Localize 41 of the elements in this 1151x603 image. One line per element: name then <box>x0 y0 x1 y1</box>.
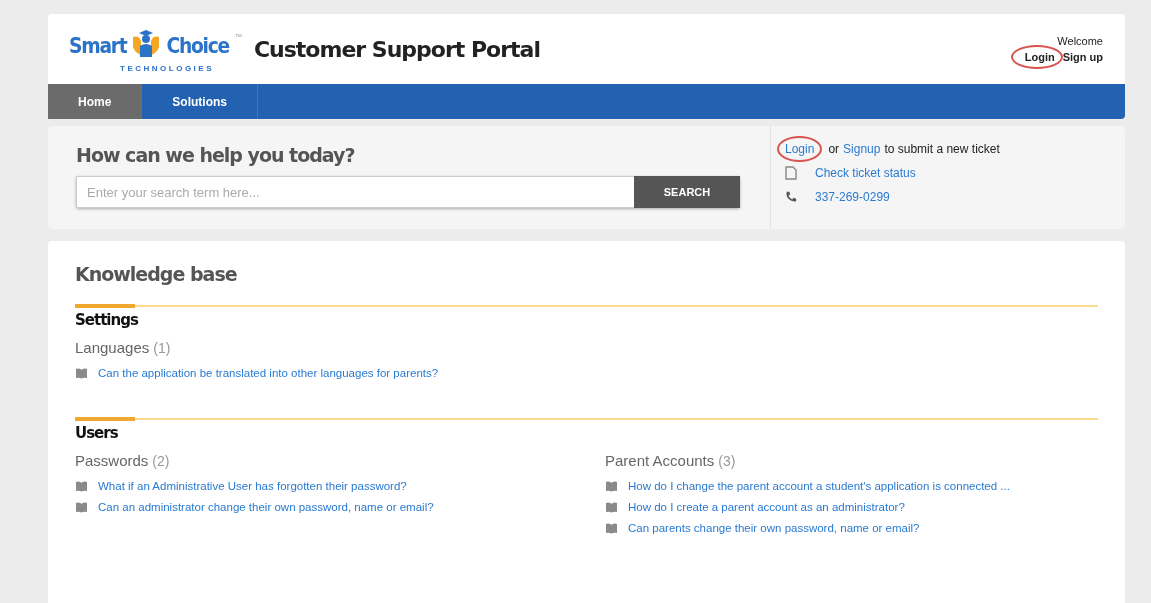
nav-tab[interactable]: Home <box>48 84 143 119</box>
article-link[interactable]: Can an administrator change their own password, name or email? <box>98 501 434 513</box>
signup-link[interactable]: Sign up <box>1062 51 1103 63</box>
search-field[interactable]: Enter your search term here... <box>76 176 634 208</box>
check-status-link[interactable]: Check ticket status <box>815 166 916 180</box>
or-text: or <box>828 142 840 156</box>
section-title: Users <box>75 424 119 442</box>
logo-text: Choice <box>167 32 230 58</box>
knowledge-base-title: Knowledge base <box>75 263 238 285</box>
login-link[interactable]: Login <box>1010 45 1063 69</box>
article-count: (1) <box>153 340 171 356</box>
section-title: Settings <box>75 311 139 329</box>
portal-title: Customer Support Portal <box>253 36 541 62</box>
book-icon <box>75 480 88 492</box>
nav-tab[interactable]: Solutions <box>142 84 258 119</box>
book-icon <box>75 367 88 379</box>
category-title: Passwords <box>75 452 149 469</box>
article-link[interactable]: Can the application be translated into other languages for parents? <box>98 367 439 379</box>
book-icon <box>605 501 618 513</box>
book-icon <box>605 480 618 492</box>
logo-text: Smart <box>69 32 127 58</box>
search-button[interactable]: SEARCH <box>634 176 740 208</box>
signup-link[interactable]: Signup <box>843 142 881 156</box>
article-link[interactable]: Can parents change their own password, name or email? <box>628 522 920 534</box>
login-link[interactable]: Login <box>777 136 823 162</box>
category-title: Languages <box>75 339 150 356</box>
category-title: Parent Accounts <box>605 452 715 469</box>
article-link[interactable]: How do I create a parent account as an administrator? <box>628 501 905 513</box>
phone-link[interactable]: 337-269-0299 <box>815 190 890 204</box>
article-link[interactable]: What if an Administrative User has forgotten their password? <box>98 480 407 492</box>
ticket-prompt-text: to submit a new ticket <box>884 142 1000 156</box>
phone-icon <box>785 191 797 203</box>
help-heading: How can we help you today? <box>76 144 356 166</box>
article-count: (2) <box>152 453 170 469</box>
article-link[interactable]: How do I change the parent account a student's application is connected ... <box>628 480 1010 492</box>
article-count: (3) <box>718 453 736 469</box>
document-icon <box>785 166 797 180</box>
book-icon <box>75 501 88 513</box>
book-icon <box>605 522 618 534</box>
logo-tagline: TECHNOLOGIES <box>120 64 214 73</box>
welcome-text: Welcome <box>1057 35 1103 47</box>
